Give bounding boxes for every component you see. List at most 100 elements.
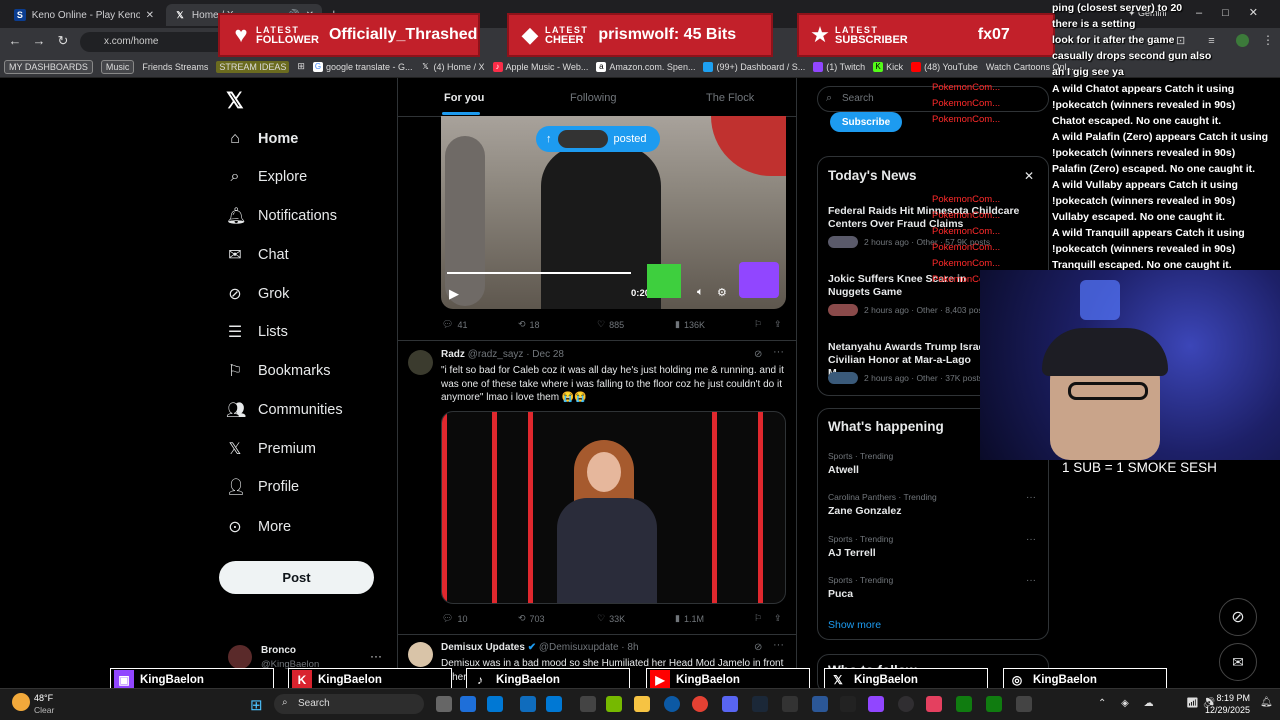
app-icon[interactable] (840, 696, 856, 712)
discord-icon[interactable] (722, 696, 738, 712)
notifications-icon[interactable]: 🔔︎ (1260, 697, 1273, 708)
apps-grid-icon[interactable]: ⊞ (297, 61, 305, 72)
reply-button[interactable]: 💬︎ 41 (442, 319, 467, 330)
nav-lists[interactable]: ☰ Lists (226, 317, 288, 347)
tab-keno[interactable]: S Keno Online - Play Keno Game ✕ (6, 4, 162, 26)
tab-the-flock[interactable]: The Flock (706, 92, 754, 104)
trend-item[interactable]: Sports · Trending Atwell (828, 451, 893, 476)
x-logo-icon[interactable]: 𝕏 (226, 88, 244, 114)
volume-icon[interactable]: 🔈︎ (697, 286, 704, 299)
nav-premium[interactable]: 𝕏 Premium (226, 434, 316, 464)
posted-pill[interactable]: ↑ posted (536, 126, 660, 152)
twitch-app-icon[interactable] (868, 696, 884, 712)
app-icon[interactable] (926, 696, 942, 712)
reply-button[interactable]: 💬︎ 10 (442, 613, 467, 624)
account-more-icon[interactable]: ··· (370, 649, 382, 663)
system-tray-icons[interactable]: ⌃ ◈ ☁ (1098, 698, 1160, 709)
avatar[interactable] (408, 642, 433, 667)
chrome-icon[interactable] (692, 696, 708, 712)
nav-bookmarks[interactable]: ⚐ Bookmarks (226, 356, 331, 386)
repost-button[interactable]: ⟲ 18 (518, 319, 540, 330)
nav-home[interactable]: ⌂ Home (226, 124, 298, 154)
grok-post-icon[interactable]: ⊘ (754, 642, 762, 653)
grok-floating-button[interactable]: ⊘ (1219, 598, 1257, 636)
weather-icon[interactable] (12, 693, 30, 711)
windows-start-icon[interactable]: ⊞ (250, 696, 263, 714)
like-button[interactable]: ♡ 33K (597, 613, 625, 624)
nav-chat[interactable]: ✉ Chat (226, 240, 288, 270)
battlenet-icon[interactable] (812, 696, 828, 712)
store-icon[interactable] (520, 696, 536, 712)
bookmark-youtube[interactable]: (48) YouTube (911, 61, 978, 72)
bookmark-icon[interactable]: ⚐ (754, 613, 762, 624)
bookmark-icon[interactable]: ⚐ (754, 319, 762, 330)
nav-profile[interactable]: 👤︎ Profile (226, 472, 299, 502)
bookmark-apple-music[interactable]: ♪ Apple Music - Web... (492, 61, 588, 72)
play-icon[interactable]: ▶ (449, 286, 459, 302)
copilot-icon[interactable] (487, 696, 503, 712)
tab-following[interactable]: Following (570, 92, 616, 104)
url-field[interactable]: x.com/home (80, 32, 230, 52)
file-explorer-icon[interactable] (634, 696, 650, 712)
obs-icon[interactable] (898, 696, 914, 712)
post-more-icon[interactable]: ··· (773, 346, 784, 358)
news-item[interactable]: Netanyahu Awards Trump Israel Civilian H… (828, 341, 988, 384)
avatar[interactable] (408, 350, 433, 375)
bookmark-home-x[interactable]: 𝕏 (4) Home / X (421, 62, 484, 72)
widgets-icon[interactable] (460, 696, 476, 712)
post-button[interactable]: Post (219, 561, 374, 594)
views-button[interactable]: ▮ 1.1M (675, 613, 704, 624)
post-more-icon[interactable]: ··· (773, 639, 784, 651)
bookmark-kick[interactable]: K Kick (873, 61, 903, 72)
reload-icon[interactable]: ↻ (54, 33, 72, 49)
trend-item[interactable]: Carolina Panthers · Trending Zane Gonzal… (828, 492, 937, 517)
bookmark-stream-ideas[interactable]: STREAM IDEAS (216, 60, 290, 73)
grok-post-icon[interactable]: ⊘ (754, 349, 762, 360)
views-button[interactable]: ▮ 136K (675, 319, 705, 330)
post-author[interactable]: Radz @radz_sayz · Dec 28 (441, 349, 564, 360)
taskbar-search[interactable]: ⌕ Search (274, 694, 424, 714)
subscribe-button[interactable]: Subscribe (830, 112, 902, 132)
account-avatar[interactable] (228, 645, 252, 669)
trend-more-icon[interactable]: ··· (1026, 575, 1036, 586)
post-author[interactable]: Demisux Updates ✔ @Demisuxupdate · 8h (441, 642, 639, 653)
share-icon[interactable]: ⇪ (774, 319, 782, 330)
bookmark-twitch[interactable]: (1) Twitch (813, 61, 865, 72)
bookmark-music[interactable]: Music (100, 59, 135, 74)
nav-notifications[interactable]: 🔔︎ Notifications (226, 201, 337, 231)
task-view-icon[interactable] (436, 696, 452, 712)
nav-explore[interactable]: ⌕ Explore (226, 162, 308, 192)
repost-button[interactable]: ⟲ 703 (518, 613, 545, 624)
app-icon[interactable] (1016, 696, 1032, 712)
trend-item[interactable]: Sports · Trending AJ Terrell (828, 534, 893, 559)
nav-grok[interactable]: ⊘ Grok (226, 279, 289, 309)
xbox-icon[interactable] (956, 696, 972, 712)
nav-more[interactable]: ⊙ More (226, 512, 291, 542)
bookmark-friends-streams[interactable]: Friends Streams (142, 62, 208, 72)
settings-icon[interactable]: ⚙ (717, 286, 727, 299)
trend-item[interactable]: Sports · Trending Puca (828, 575, 893, 600)
weather-temp[interactable]: 48°F (34, 693, 53, 703)
bookmark-dashboard[interactable]: (99+) Dashboard / S... (703, 61, 805, 72)
show-more-link[interactable]: Show more (828, 619, 881, 631)
forward-icon[interactable]: → (30, 33, 48, 48)
video-progress-bar[interactable] (447, 272, 631, 274)
edge-icon[interactable] (664, 696, 680, 712)
share-icon[interactable]: ⇪ (774, 613, 782, 624)
xbox-app-icon[interactable] (986, 696, 1002, 712)
back-icon[interactable]: ← (6, 33, 24, 48)
post-video[interactable] (441, 411, 786, 604)
bookmark-amazon[interactable]: a Amazon.com. Spen... (596, 61, 695, 72)
bookmark-google-translate[interactable]: Ggoogle translate - G... (312, 61, 413, 72)
messages-floating-button[interactable]: ✉ (1219, 643, 1257, 681)
account-name[interactable]: Bronco (261, 645, 296, 656)
trend-more-icon[interactable]: ··· (1026, 492, 1036, 503)
bookmark-my-dashboards[interactable]: MY DASHBOARDS (4, 59, 93, 74)
steam-icon[interactable] (752, 696, 768, 712)
tab-for-you[interactable]: For you (444, 92, 484, 104)
epic-games-icon[interactable] (782, 696, 798, 712)
trend-more-icon[interactable]: ··· (1026, 534, 1036, 545)
nav-communities[interactable]: 👥︎ Communities (226, 395, 343, 425)
outlook-icon[interactable] (546, 696, 562, 712)
clock-time[interactable]: 8:19 PM (1210, 693, 1250, 703)
